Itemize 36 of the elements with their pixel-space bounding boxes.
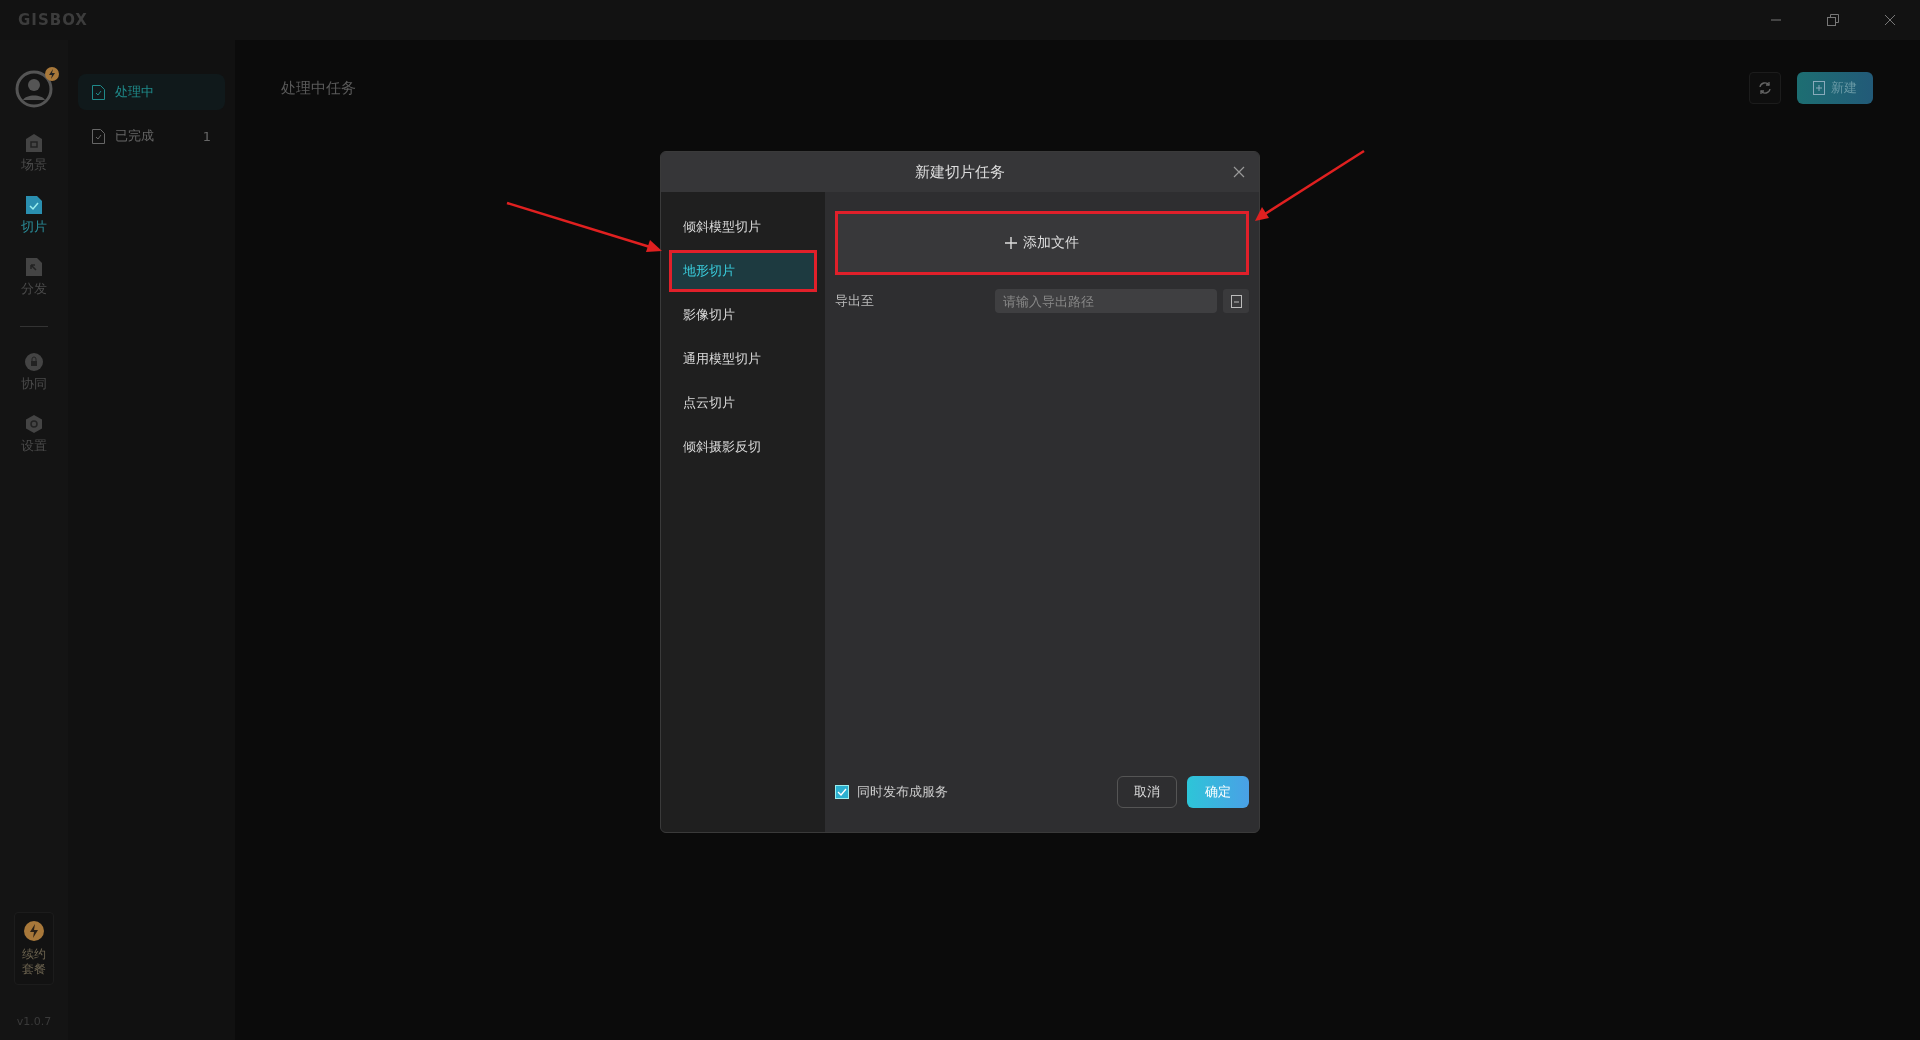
task-nav-item[interactable]: 已完成 1 — [78, 118, 225, 154]
lock-icon — [25, 353, 43, 371]
restore-icon[interactable] — [1826, 13, 1840, 27]
document-icon — [92, 84, 105, 100]
slice-type-item[interactable]: 点云切片 — [669, 382, 817, 424]
plus-icon — [1005, 237, 1017, 249]
settings-icon — [25, 415, 43, 433]
publish-checkbox[interactable] — [835, 785, 849, 799]
cancel-button[interactable]: 取消 — [1117, 776, 1177, 808]
slice-type-item[interactable]: 倾斜模型切片 — [669, 206, 817, 248]
browse-button[interactable] — [1223, 289, 1249, 313]
lightning-icon — [24, 921, 44, 942]
slice-type-item[interactable]: 通用模型切片 — [669, 338, 817, 380]
dialog-title: 新建切片任务 — [915, 162, 1005, 182]
file-plus-icon — [1813, 81, 1825, 95]
renew-plan-button[interactable]: 续约套餐 — [14, 912, 54, 985]
export-label: 导出至 — [835, 292, 875, 310]
document-icon — [92, 128, 105, 144]
house-icon — [26, 134, 42, 152]
rail-nav-item[interactable]: 切片 — [21, 196, 47, 236]
lightning-badge-icon — [45, 67, 59, 81]
renew-plan-label: 续约套餐 — [21, 947, 47, 976]
publish-label: 同时发布成服务 — [857, 783, 948, 801]
close-icon[interactable] — [1233, 166, 1245, 178]
arrow-document-icon — [26, 258, 42, 276]
document-check-icon — [26, 196, 42, 214]
slice-type-item[interactable]: 影像切片 — [669, 294, 817, 336]
avatar-icon[interactable] — [15, 70, 53, 108]
refresh-button[interactable] — [1749, 72, 1781, 104]
slice-type-item[interactable]: 倾斜摄影反切 — [669, 426, 817, 468]
page-title: 处理中任务 — [281, 78, 356, 98]
document-icon — [1230, 294, 1242, 308]
refresh-icon — [1758, 81, 1772, 95]
export-path-field[interactable]: 请输入导出路径 — [995, 289, 1217, 313]
close-icon[interactable] — [1884, 14, 1896, 26]
task-nav-item[interactable]: 处理中 — [78, 74, 225, 110]
